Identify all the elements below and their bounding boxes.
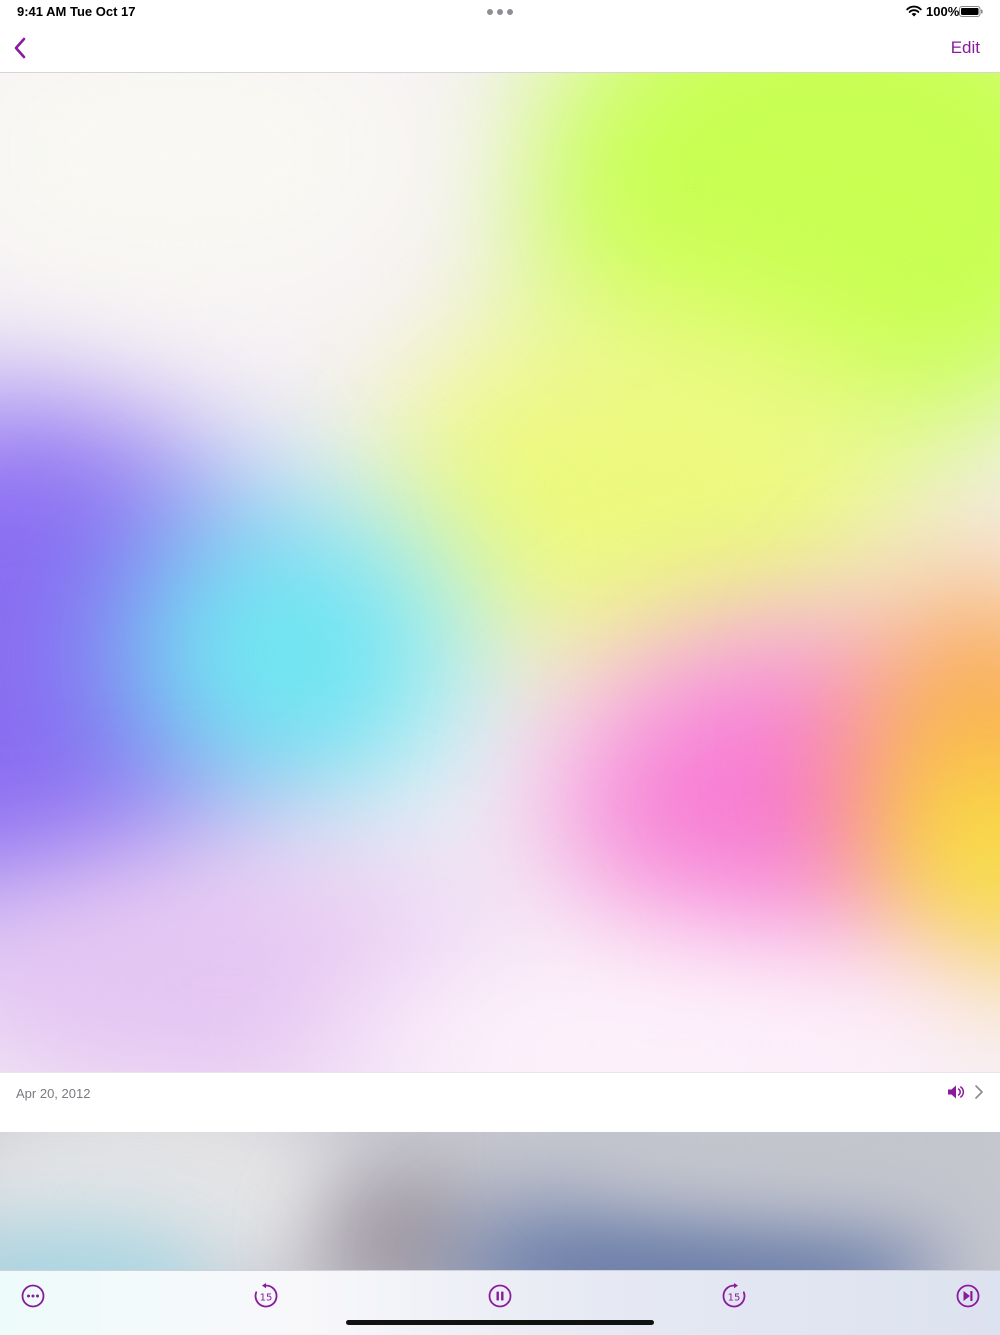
next-track-icon[interactable] bbox=[955, 1283, 981, 1309]
back-button[interactable] bbox=[8, 34, 32, 62]
recording-date: Apr 20, 2012 bbox=[16, 1086, 91, 1101]
status-time: 9:41 AM bbox=[17, 4, 67, 19]
wifi-icon bbox=[906, 5, 922, 17]
edit-button[interactable]: Edit bbox=[951, 38, 980, 58]
battery-icon bbox=[959, 6, 983, 17]
battery-percent: 100% bbox=[926, 4, 960, 19]
next-artwork-preview bbox=[0, 1132, 1000, 1270]
more-icon[interactable] bbox=[20, 1283, 46, 1309]
pause-icon[interactable] bbox=[487, 1283, 513, 1309]
player-controls: 15 15 bbox=[0, 1270, 1000, 1335]
multitasking-dots-icon[interactable] bbox=[487, 9, 513, 15]
speaker-icon[interactable] bbox=[947, 1084, 965, 1100]
status-date: Tue Oct 17 bbox=[70, 4, 136, 19]
info-row: Apr 20, 2012 bbox=[0, 1072, 1000, 1133]
status-bar: 9:41 AM Tue Oct 17 100% bbox=[0, 0, 1000, 24]
skip-back-15-icon[interactable]: 15 bbox=[253, 1283, 279, 1309]
home-indicator[interactable] bbox=[346, 1320, 654, 1325]
chevron-left-icon bbox=[14, 37, 26, 59]
navigation-bar: Edit bbox=[0, 24, 1000, 73]
artwork-image bbox=[0, 73, 1000, 1072]
skip-forward-15-icon[interactable]: 15 bbox=[721, 1283, 747, 1309]
skip-back-seconds: 15 bbox=[260, 1293, 273, 1304]
chevron-right-icon[interactable] bbox=[973, 1084, 985, 1100]
skip-forward-seconds: 15 bbox=[728, 1293, 741, 1304]
